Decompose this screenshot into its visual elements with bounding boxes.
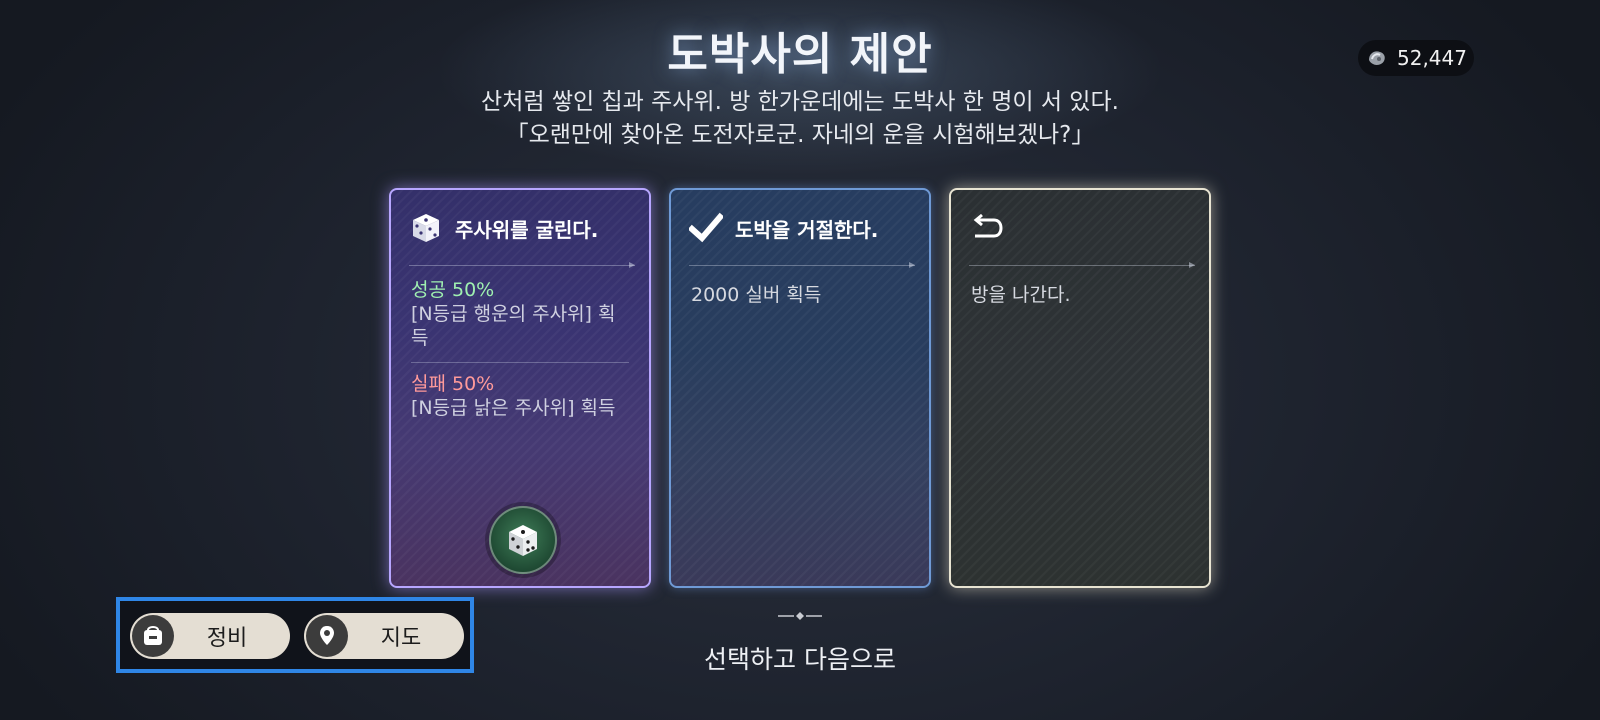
dice-roll-icon bbox=[509, 525, 537, 556]
refuse-reward: 2000 실버 획득 bbox=[691, 284, 822, 306]
map-button[interactable]: 지도 bbox=[304, 613, 464, 659]
fail-reward: [N등급 낡은 주사위] 획득 bbox=[411, 397, 616, 419]
map-pin-icon bbox=[320, 626, 334, 645]
bottom-menu-panel: 정비 지도 bbox=[116, 597, 474, 673]
checkmark-icon bbox=[689, 212, 723, 243]
choice-card-leave-room[interactable]: 방을 나간다. bbox=[949, 188, 1211, 588]
card-divider bbox=[409, 262, 635, 268]
fail-outcome: 실패 50% [N등급 낡은 주사위] 획득 bbox=[411, 372, 627, 420]
ornament-divider bbox=[778, 612, 822, 620]
currency-amount: 52,447 bbox=[1397, 46, 1467, 70]
maintenance-label: 정비 bbox=[206, 626, 248, 651]
event-description-line1: 산처럼 쌓인 칩과 주사위. 방 한가운데에는 도박사 한 명이 서 있다. bbox=[481, 89, 1119, 115]
roll-dice-button[interactable] bbox=[489, 506, 557, 574]
choice-card-roll-dice[interactable]: 주사위를 굴린다. 성공 50% [N등급 행운의 주사위] 획득 실패 50%… bbox=[389, 188, 651, 588]
silver-coin-icon bbox=[1369, 51, 1385, 65]
event-description-line2: 「오랜만에 찾아온 도전자로군. 자네의 운을 시험해보겠나?」 bbox=[505, 122, 1095, 148]
outcome-divider bbox=[411, 362, 629, 363]
card-divider bbox=[689, 262, 915, 268]
card-header: 주사위를 굴린다. bbox=[409, 208, 598, 248]
success-reward: [N등급 행운의 주사위] 획득 bbox=[411, 303, 616, 349]
card-header bbox=[969, 208, 1015, 248]
card-header: 도박을 거절한다. bbox=[689, 208, 878, 248]
card-divider bbox=[969, 262, 1195, 268]
card-title: 주사위를 굴린다. bbox=[455, 217, 599, 242]
fail-rate: 실패 50% bbox=[411, 373, 495, 395]
choice-card-refuse-gamble[interactable]: 도박을 거절한다. 2000 실버 획득 bbox=[669, 188, 931, 588]
silver-currency-badge: 52,447 bbox=[1358, 40, 1474, 76]
map-label: 지도 bbox=[380, 626, 422, 651]
success-outcome: 성공 50% [N등급 행운의 주사위] 획득 bbox=[411, 278, 627, 350]
success-rate: 성공 50% bbox=[411, 279, 495, 301]
maintenance-button[interactable]: 정비 bbox=[130, 613, 290, 659]
map-icon-wrap bbox=[306, 615, 348, 657]
return-arrow-icon bbox=[973, 213, 1003, 238]
leave-text: 방을 나간다. bbox=[971, 284, 1071, 306]
card-title: 도박을 거절한다. bbox=[735, 217, 879, 242]
maintenance-icon-wrap bbox=[132, 615, 174, 657]
backpack-icon bbox=[144, 626, 162, 645]
dice-icon bbox=[413, 214, 439, 242]
